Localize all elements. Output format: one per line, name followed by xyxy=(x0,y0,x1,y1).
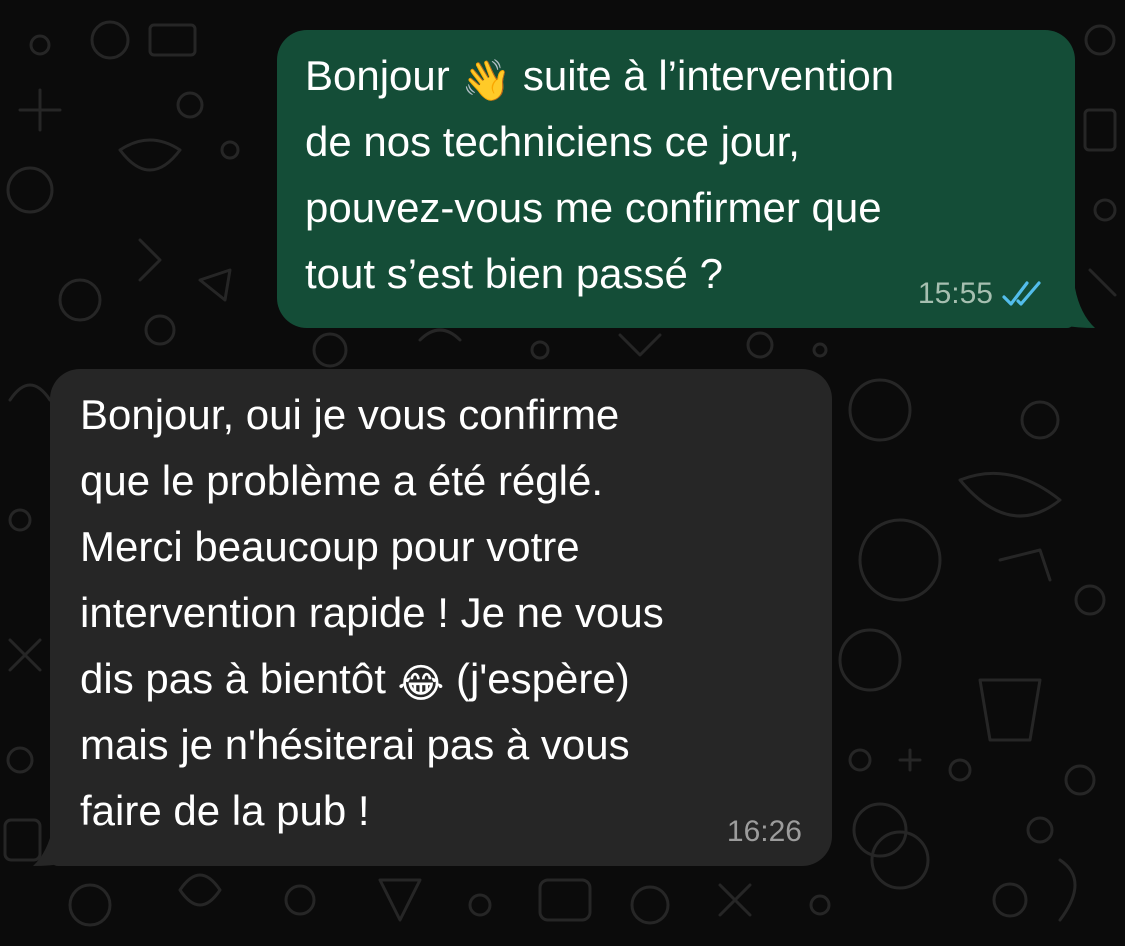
message-text: Bonjour 👋 suite à l’intervention de nos … xyxy=(305,43,1055,307)
message-time: 16:26 xyxy=(726,815,802,848)
message-time: 15:55 xyxy=(917,277,993,310)
waving-hand-emoji: 👋 xyxy=(461,59,512,103)
message-text: Bonjour, oui je vous confirme que le pro… xyxy=(80,382,812,844)
message-meta: 15:55 xyxy=(918,278,1047,310)
incoming-message-bubble[interactable]: Bonjour, oui je vous confirme que le pro… xyxy=(50,369,832,866)
tears-of-joy-emoji: 😂 xyxy=(397,662,445,706)
outgoing-message-bubble[interactable]: Bonjour 👋 suite à l’intervention de nos … xyxy=(277,30,1075,328)
message-text-part: Bonjour xyxy=(305,52,462,99)
double-check-read-icon xyxy=(1002,281,1041,306)
message-meta: 16:26 xyxy=(727,816,802,848)
